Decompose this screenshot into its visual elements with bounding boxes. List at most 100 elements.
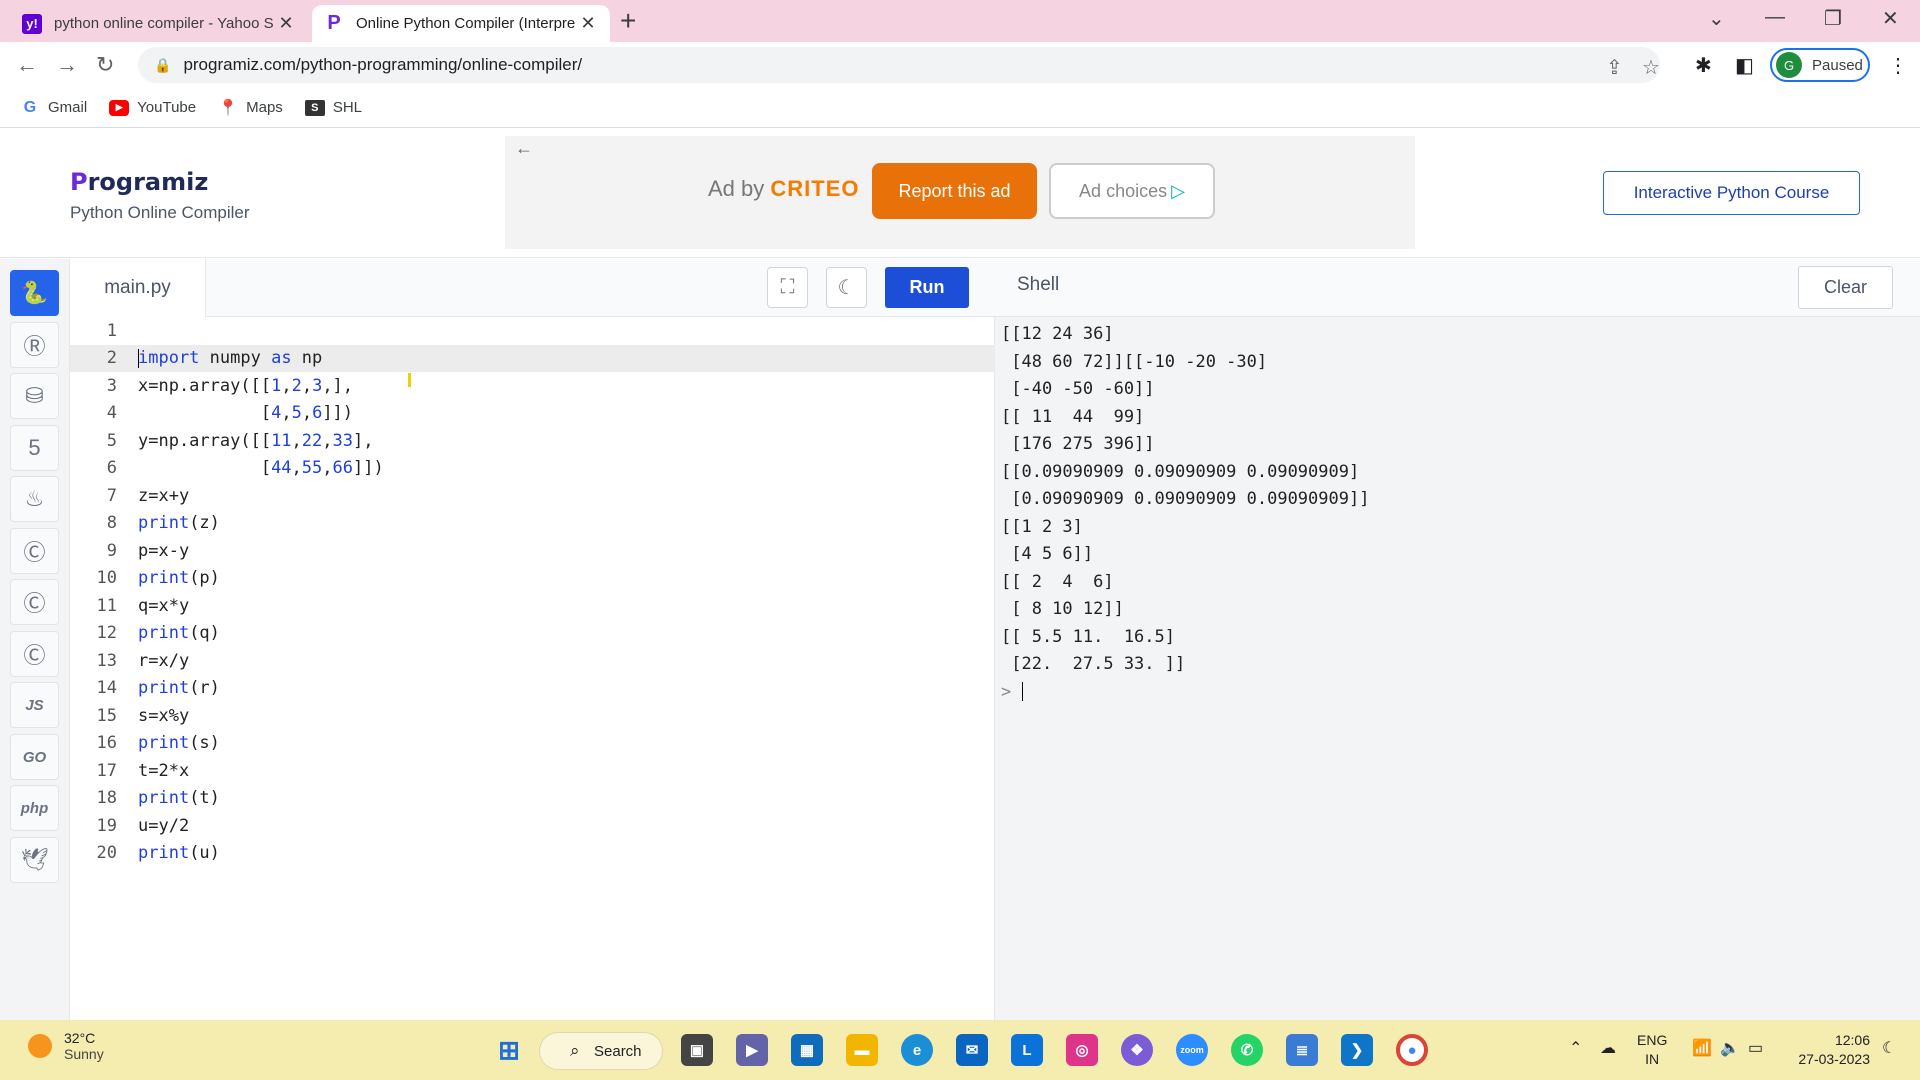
java-icon[interactable]: ♨ bbox=[10, 476, 59, 522]
code-line[interactable]: 3 x=np.array([[1,2,3,], bbox=[70, 372, 995, 400]
run-button[interactable]: Run bbox=[885, 267, 969, 308]
code-line[interactable]: 19 u=y/2 bbox=[70, 812, 995, 840]
code-line[interactable]: 14 print(r) bbox=[70, 675, 995, 703]
window-close-icon[interactable]: ✕ bbox=[1882, 6, 1899, 31]
ad-back-arrow-icon[interactable]: ← bbox=[515, 138, 533, 159]
microsoft-store-icon[interactable]: ▦ bbox=[791, 1034, 823, 1066]
programiz-icon: P bbox=[327, 12, 341, 34]
show-hidden-icons-chevron-icon[interactable]: ⌃ bbox=[1569, 1038, 1582, 1058]
code-line[interactable]: 20 print(u) bbox=[70, 840, 995, 868]
python-icon[interactable]: 🐍 bbox=[10, 270, 59, 316]
l-app-icon[interactable]: L bbox=[1011, 1034, 1043, 1066]
bookmark-gmail[interactable]: G Gmail bbox=[20, 99, 87, 117]
code-line[interactable]: 17 t=2*x bbox=[70, 757, 995, 785]
programiz-logo[interactable]: Programiz bbox=[70, 168, 208, 196]
code-line[interactable]: 1 bbox=[70, 317, 995, 345]
interactive-course-button[interactable]: Interactive Python Course bbox=[1603, 171, 1860, 215]
notifications-moon-icon[interactable]: ☾ bbox=[1882, 1038, 1896, 1058]
volume-icon[interactable]: 🔈 bbox=[1720, 1038, 1740, 1058]
chrome-icon[interactable]: ● bbox=[1396, 1034, 1428, 1066]
shell-prompt[interactable]: > bbox=[1001, 679, 1920, 707]
code-editor[interactable]: 1 2 import numpy as np 3 x=np.array([[1,2,… bbox=[70, 317, 995, 1020]
dark-mode-moon-icon[interactable]: ☾ bbox=[826, 267, 867, 308]
code-line[interactable]: 2 import numpy as np bbox=[70, 344, 995, 387]
html5-icon[interactable]: 5 bbox=[10, 425, 59, 471]
bookmark-shl[interactable]: S SHL bbox=[304, 99, 362, 116]
back-arrow-icon[interactable]: ← bbox=[16, 52, 38, 78]
shell-output[interactable]: [[12 24 36] [48 60 72]][[-10 -20 -30] [-… bbox=[995, 317, 1920, 1020]
shell-title: Shell bbox=[1017, 274, 1060, 295]
tab-title: Online Python Compiler (Interpre bbox=[356, 15, 576, 32]
search-label: Search bbox=[594, 1042, 642, 1060]
media-app-icon[interactable]: ◎ bbox=[1066, 1034, 1098, 1066]
whatsapp-icon[interactable]: ✆ bbox=[1231, 1034, 1263, 1066]
edge-browser-icon[interactable]: e bbox=[901, 1034, 933, 1066]
profile-button[interactable]: G Paused bbox=[1770, 48, 1870, 82]
mail-icon[interactable]: ✉ bbox=[956, 1034, 988, 1066]
battery-icon[interactable]: ▭ bbox=[1748, 1038, 1763, 1058]
swift-icon[interactable]: 🕊 bbox=[10, 837, 59, 883]
copilot-icon[interactable]: ❖ bbox=[1121, 1034, 1153, 1066]
csharp-icon[interactable]: Ⓒ bbox=[10, 631, 59, 677]
c-language-icon[interactable]: Ⓒ bbox=[10, 528, 59, 574]
share-icon[interactable]: ⇪ bbox=[1606, 55, 1623, 80]
bookmark-youtube[interactable]: ▶ YouTube bbox=[109, 99, 196, 116]
javascript-icon[interactable]: JS bbox=[10, 682, 59, 728]
file-tab-main-py[interactable]: main.py bbox=[70, 259, 206, 317]
code-line[interactable]: 15 s=x%y bbox=[70, 702, 995, 730]
restore-icon[interactable]: ❐ bbox=[1824, 6, 1842, 31]
extensions-puzzle-icon[interactable]: ✱ bbox=[1695, 53, 1712, 78]
weather-widget[interactable]: 32°C Sunny bbox=[28, 1030, 104, 1062]
forward-arrow-icon[interactable]: → bbox=[56, 52, 78, 78]
go-icon[interactable]: GO bbox=[10, 734, 59, 780]
file-explorer-icon[interactable]: ▬ bbox=[846, 1034, 878, 1066]
teams-icon[interactable]: ▶ bbox=[736, 1034, 768, 1066]
ad-choices-button[interactable]: Ad choices ▷ bbox=[1049, 163, 1215, 219]
close-tab-icon[interactable]: ✕ bbox=[276, 13, 296, 34]
bookmark-star-icon[interactable]: ☆ bbox=[1642, 55, 1660, 80]
code-line[interactable]: 5 y=np.array([[11,22,33], bbox=[70, 427, 995, 455]
reload-icon[interactable]: ↻ bbox=[96, 52, 114, 78]
taskbar-search[interactable]: ⌕ Search bbox=[539, 1032, 663, 1070]
fullscreen-icon[interactable]: ⛶ bbox=[767, 267, 808, 308]
output-line: [[ 2 4 6] bbox=[1001, 571, 1114, 592]
output-line: [[1 2 3] bbox=[1001, 516, 1083, 537]
code-line[interactable]: 18 print(t) bbox=[70, 785, 995, 813]
minimize-icon[interactable]: — bbox=[1765, 6, 1785, 29]
zoom-icon[interactable]: zoom bbox=[1176, 1034, 1208, 1066]
close-tab-icon[interactable]: ✕ bbox=[578, 13, 598, 34]
code-line[interactable]: 7 z=x+y bbox=[70, 482, 995, 510]
notepad-icon[interactable]: ≣ bbox=[1286, 1034, 1318, 1066]
input-language-indicator[interactable]: ENG IN bbox=[1637, 1031, 1667, 1069]
sql-database-icon[interactable]: ⛁ bbox=[10, 373, 59, 419]
php-icon[interactable]: php bbox=[10, 785, 59, 831]
wifi-icon[interactable]: 📶 bbox=[1692, 1038, 1712, 1058]
cpp-icon[interactable]: Ⓒ bbox=[10, 579, 59, 625]
side-panel-icon[interactable]: ◧ bbox=[1735, 53, 1754, 78]
code-line[interactable]: 9 p=x-y bbox=[70, 537, 995, 565]
bookmark-maps[interactable]: 📍 Maps bbox=[218, 99, 283, 117]
onedrive-cloud-icon[interactable]: ☁ bbox=[1600, 1038, 1616, 1058]
code-line[interactable]: 11 q=x*y bbox=[70, 592, 995, 620]
system-clock[interactable]: 12:06 27-03-2023 bbox=[1784, 1031, 1870, 1069]
browser-tab-programiz[interactable]: P Online Python Compiler (Interpre ✕ bbox=[312, 5, 610, 42]
code-token: print bbox=[138, 788, 190, 809]
code-line[interactable]: 8 print(z) bbox=[70, 510, 995, 538]
address-bar[interactable]: 🔒 programiz.com/python-programming/onlin… bbox=[138, 47, 1660, 83]
code-line[interactable]: 12 print(q) bbox=[70, 620, 995, 648]
clear-button[interactable]: Clear bbox=[1798, 266, 1893, 309]
code-line[interactable]: 13 r=x/y bbox=[70, 647, 995, 675]
browser-menu-icon[interactable]: ⋮ bbox=[1888, 53, 1908, 78]
code-line[interactable]: 16 print(s) bbox=[70, 730, 995, 758]
browser-tab-yahoo[interactable]: y! python online compiler - Yahoo S ✕ bbox=[10, 5, 308, 42]
code-line[interactable]: 4 [4,5,6]]) bbox=[70, 400, 995, 428]
code-line[interactable]: 6 [44,55,66]]) bbox=[70, 455, 995, 483]
vscode-icon[interactable]: ❯ bbox=[1341, 1034, 1373, 1066]
code-line[interactable]: 10 print(p) bbox=[70, 565, 995, 593]
task-view-icon[interactable]: ▣ bbox=[681, 1034, 713, 1066]
windows-start-icon[interactable]: ⊞ bbox=[493, 1034, 525, 1066]
tab-search-chevron-icon[interactable]: ⌄ bbox=[1708, 6, 1725, 31]
new-tab-icon[interactable]: + bbox=[620, 7, 636, 35]
report-ad-button[interactable]: Report this ad bbox=[872, 163, 1037, 219]
r-language-icon[interactable]: Ⓡ bbox=[10, 322, 59, 368]
